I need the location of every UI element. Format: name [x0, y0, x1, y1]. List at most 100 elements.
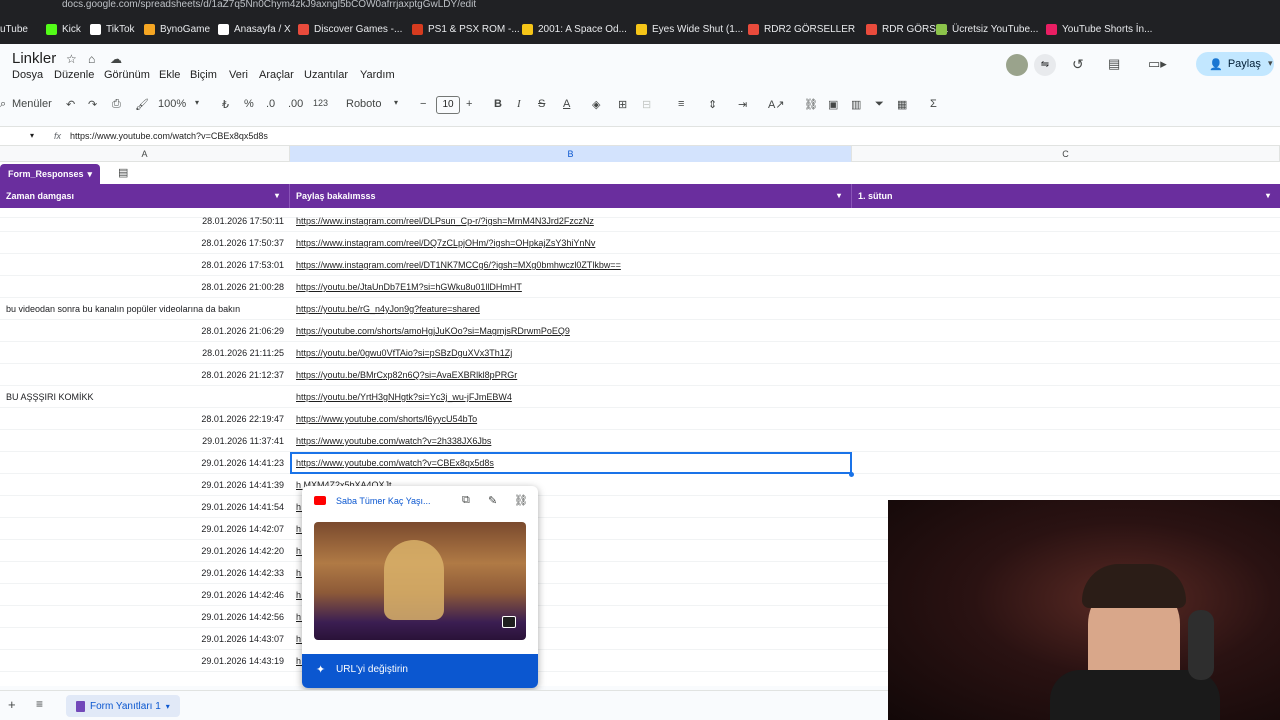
- decrease-decimal[interactable]: .0: [266, 98, 275, 110]
- bookmark-item[interactable]: Anasayfa / X: [218, 21, 291, 37]
- menu-item[interactable]: Dosya: [12, 69, 43, 81]
- cell-timestamp[interactable]: 29.01.2026 14:41:39: [0, 474, 290, 496]
- history-icon[interactable]: ↺: [1072, 56, 1084, 73]
- filter-icon[interactable]: ⏷: [875, 98, 884, 111]
- cell-timestamp[interactable]: 29.01.2026 14:42:56: [0, 606, 290, 628]
- bookmark-item[interactable]: YouTube Shorts İn...: [1046, 21, 1152, 37]
- cell-timestamp[interactable]: 29.01.2026 14:42:46: [0, 584, 290, 606]
- document-title[interactable]: Linkler: [12, 50, 56, 67]
- cell-timestamp[interactable]: 28.01.2026 21:12:37: [0, 364, 290, 386]
- cell-link[interactable]: https://www.instagram.com/reel/DLPsun_Cp…: [290, 210, 852, 232]
- cell-timestamp[interactable]: 29.01.2026 14:41:54: [0, 496, 290, 518]
- cell-timestamp[interactable]: 29.01.2026 14:43:19: [0, 650, 290, 672]
- cell-link[interactable]: https://www.instagram.com/reel/DQ7zCLpjO…: [290, 232, 852, 254]
- align-horizontal-icon[interactable]: ≡: [678, 98, 684, 110]
- insert-comment-icon[interactable]: ▣: [828, 98, 838, 111]
- bookmark-item[interactable]: 2001: A Space Od...: [522, 21, 627, 37]
- paint-format-icon[interactable]: 🖌: [135, 98, 149, 111]
- print-icon[interactable]: ⎙: [112, 98, 121, 111]
- redo-icon[interactable]: ↷: [88, 98, 97, 111]
- cell-link[interactable]: https://youtu.be/YrtH3gNHgtk?si=Yc3j_wu-…: [290, 386, 852, 408]
- font-select[interactable]: Roboto: [346, 98, 381, 110]
- cell-link[interactable]: https://youtu.be/0gwu0VfTAio?si=pSBzDguX…: [290, 342, 852, 364]
- bookmark-item[interactable]: RDR2 GÖRSELLER: [748, 21, 855, 37]
- cell-timestamp[interactable]: 28.01.2026 17:50:11: [0, 210, 290, 232]
- text-wrap-icon[interactable]: ⇥: [738, 98, 747, 111]
- cell-link[interactable]: https://youtu.be/rG_n4yJon9g?feature=sha…: [290, 298, 852, 320]
- align-vertical-icon[interactable]: ⇕: [708, 98, 717, 111]
- formula-input[interactable]: https://www.youtube.com/watch?v=CBEx8qx5…: [70, 131, 268, 141]
- link-title[interactable]: Saba Tümer Kaç Yaşı...: [336, 496, 431, 506]
- menus-search[interactable]: Menüler: [12, 98, 52, 110]
- cell-timestamp[interactable]: 29.01.2026 14:41:23: [0, 452, 290, 474]
- bold-button[interactable]: B: [494, 98, 502, 110]
- bookmark-item[interactable]: Discover Games -...: [298, 21, 402, 37]
- menu-item[interactable]: Ekle: [159, 69, 180, 81]
- insert-chart-icon[interactable]: ▥: [851, 98, 861, 111]
- menu-item[interactable]: Düzenle: [54, 69, 94, 81]
- cell-timestamp[interactable]: 28.01.2026 22:19:47: [0, 408, 290, 430]
- chevron-down-icon[interactable]: ▾: [166, 702, 170, 711]
- comments-icon[interactable]: ▤: [1108, 56, 1120, 72]
- insert-link-icon[interactable]: ⛓: [804, 98, 818, 111]
- cell-timestamp[interactable]: 28.01.2026 21:11:25: [0, 342, 290, 364]
- collaborator-icon[interactable]: ⇋: [1034, 54, 1056, 76]
- undo-icon[interactable]: ↶: [66, 98, 75, 111]
- bookmark-item[interactable]: TikTok: [90, 21, 135, 37]
- edit-link-icon[interactable]: ✎: [488, 494, 497, 507]
- search-menus-icon[interactable]: ⌕: [0, 98, 6, 111]
- cell-timestamp[interactable]: 29.01.2026 14:42:07: [0, 518, 290, 540]
- font-dropdown-icon[interactable]: ▾: [394, 98, 398, 107]
- picture-in-picture-icon[interactable]: [502, 616, 516, 628]
- browser-address-bar[interactable]: docs.google.com/spreadsheets/d/1aZ7q5Nn0…: [0, 0, 1280, 12]
- font-size-decrease-icon[interactable]: −: [420, 98, 426, 110]
- currency-format[interactable]: ₺: [222, 98, 229, 111]
- add-sheet-icon[interactable]: +: [8, 697, 16, 712]
- fill-color-icon[interactable]: ◈: [592, 98, 600, 111]
- meet-icon[interactable]: ▭▸: [1148, 56, 1167, 72]
- all-sheets-icon[interactable]: ≡: [36, 697, 43, 711]
- functions-icon[interactable]: Σ: [930, 98, 937, 110]
- cell-timestamp[interactable]: 28.01.2026 21:06:29: [0, 320, 290, 342]
- font-size-increase-icon[interactable]: +: [466, 98, 472, 110]
- cell-link[interactable]: https://www.youtube.com/watch?v=2h338JX6…: [290, 430, 852, 452]
- table-view-icon[interactable]: ▤: [118, 166, 128, 179]
- star-icon[interactable]: ☆: [66, 52, 77, 66]
- column-header-b[interactable]: B: [290, 146, 852, 162]
- zoom-select[interactable]: 100%: [158, 98, 186, 110]
- cell-timestamp[interactable]: bu videodan sonra bu kanalın popüler vid…: [0, 298, 290, 320]
- cell-timestamp[interactable]: 29.01.2026 14:42:33: [0, 562, 290, 584]
- cell-timestamp[interactable]: 29.01.2026 14:43:07: [0, 628, 290, 650]
- bookmark-item[interactable]: Ücretsiz YouTube...: [936, 21, 1038, 37]
- cell-timestamp[interactable]: 29.01.2026 11:37:41: [0, 430, 290, 452]
- cell-timestamp[interactable]: 28.01.2026 21:00:28: [0, 276, 290, 298]
- filter-views-icon[interactable]: ▦: [897, 98, 907, 111]
- cell-timestamp[interactable]: BU AŞŞŞIRI KOMİKK: [0, 386, 290, 408]
- header-cell-timestamp[interactable]: Zaman damgası ▾: [0, 184, 290, 208]
- borders-icon[interactable]: ⊞: [618, 98, 627, 111]
- cell-link[interactable]: https://youtube.com/shorts/amoHgjJuKOo?s…: [290, 320, 852, 342]
- bookmark-item[interactable]: Kick: [46, 21, 81, 37]
- menu-item[interactable]: Görünüm: [104, 69, 150, 81]
- column-menu-icon[interactable]: ▾: [837, 184, 841, 208]
- address-url[interactable]: docs.google.com/spreadsheets/d/1aZ7q5Nn0…: [62, 0, 476, 10]
- more-formats[interactable]: 123: [313, 98, 328, 108]
- header-cell-col1[interactable]: 1. sütun ▾: [852, 184, 1280, 208]
- table-name-chip[interactable]: Form_Responses ▾: [0, 164, 101, 184]
- menu-item[interactable]: Uzantılar: [304, 69, 348, 81]
- menu-item[interactable]: Araçlar: [259, 69, 294, 81]
- column-header-a[interactable]: A: [0, 146, 290, 162]
- font-size-input[interactable]: 10: [436, 96, 460, 114]
- column-header-c[interactable]: C: [852, 146, 1280, 162]
- percent-format[interactable]: %: [244, 98, 254, 110]
- name-box-dropdown-icon[interactable]: ▾: [30, 131, 34, 140]
- sheet-tab-form-responses[interactable]: Form Yanıtları 1 ▾: [66, 695, 180, 717]
- remove-link-icon[interactable]: ⛓: [514, 494, 528, 507]
- cell-timestamp[interactable]: 28.01.2026 17:50:37: [0, 232, 290, 254]
- bookmark-item[interactable]: Eyes Wide Shut (1...: [636, 21, 743, 37]
- share-dropdown-icon[interactable]: ▾: [1268, 58, 1273, 69]
- cell-timestamp[interactable]: 28.01.2026 17:53:01: [0, 254, 290, 276]
- copy-link-icon[interactable]: ⧉: [462, 494, 470, 507]
- share-button[interactable]: 👤 Paylaş: [1196, 52, 1274, 76]
- merge-cells-icon[interactable]: ⊟: [642, 98, 651, 111]
